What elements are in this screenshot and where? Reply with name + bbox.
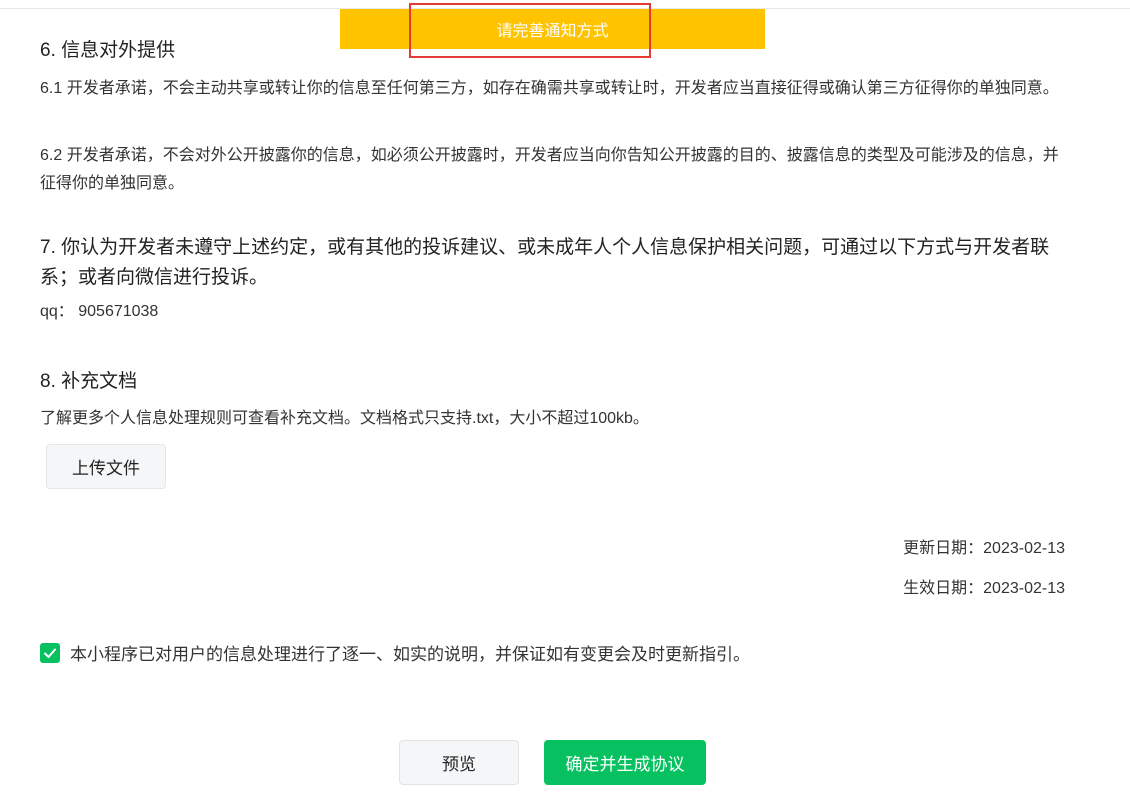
agreement-label: 本小程序已对用户的信息处理进行了逐一、如实的说明，并保证如有变更会及时更新指引。 — [70, 645, 750, 664]
agreement-row: 本小程序已对用户的信息处理进行了逐一、如实的说明，并保证如有变更会及时更新指引。 — [40, 640, 750, 665]
section7-title: 7. 你认为开发者未遵守上述约定，或有其他的投诉建议、或未成年人个人信息保护相关… — [40, 237, 1050, 288]
section6-title: 6. 信息对外提供 — [40, 40, 176, 61]
upload-file-button[interactable]: 上传文件 — [46, 444, 166, 489]
agreement-checkbox[interactable] — [40, 642, 60, 663]
effective-date: 生效日期：2023-02-13 — [903, 580, 1065, 597]
section6-paragraph-1: 6.1 开发者承诺，不会主动共享或转让你的信息至任何第三方，如存在确需共享或转让… — [40, 80, 1059, 97]
section8-title: 8. 补充文档 — [40, 371, 138, 392]
highlight-box — [409, 3, 651, 58]
section6-paragraph-2: 6.2 开发者承诺，不会对外公开披露你的信息，如必须公开披露时，开发者应当向你告… — [40, 147, 1059, 192]
confirm-generate-button[interactable]: 确定并生成协议 — [544, 740, 706, 785]
section8-description: 了解更多个人信息处理规则可查看补充文档。文档格式只支持.txt，大小不超过100… — [40, 410, 649, 427]
preview-button[interactable]: 预览 — [399, 740, 519, 785]
section7-contact: qq： 905671038 — [40, 303, 159, 320]
checkmark-icon — [44, 648, 56, 658]
update-date: 更新日期：2023-02-13 — [903, 540, 1065, 557]
